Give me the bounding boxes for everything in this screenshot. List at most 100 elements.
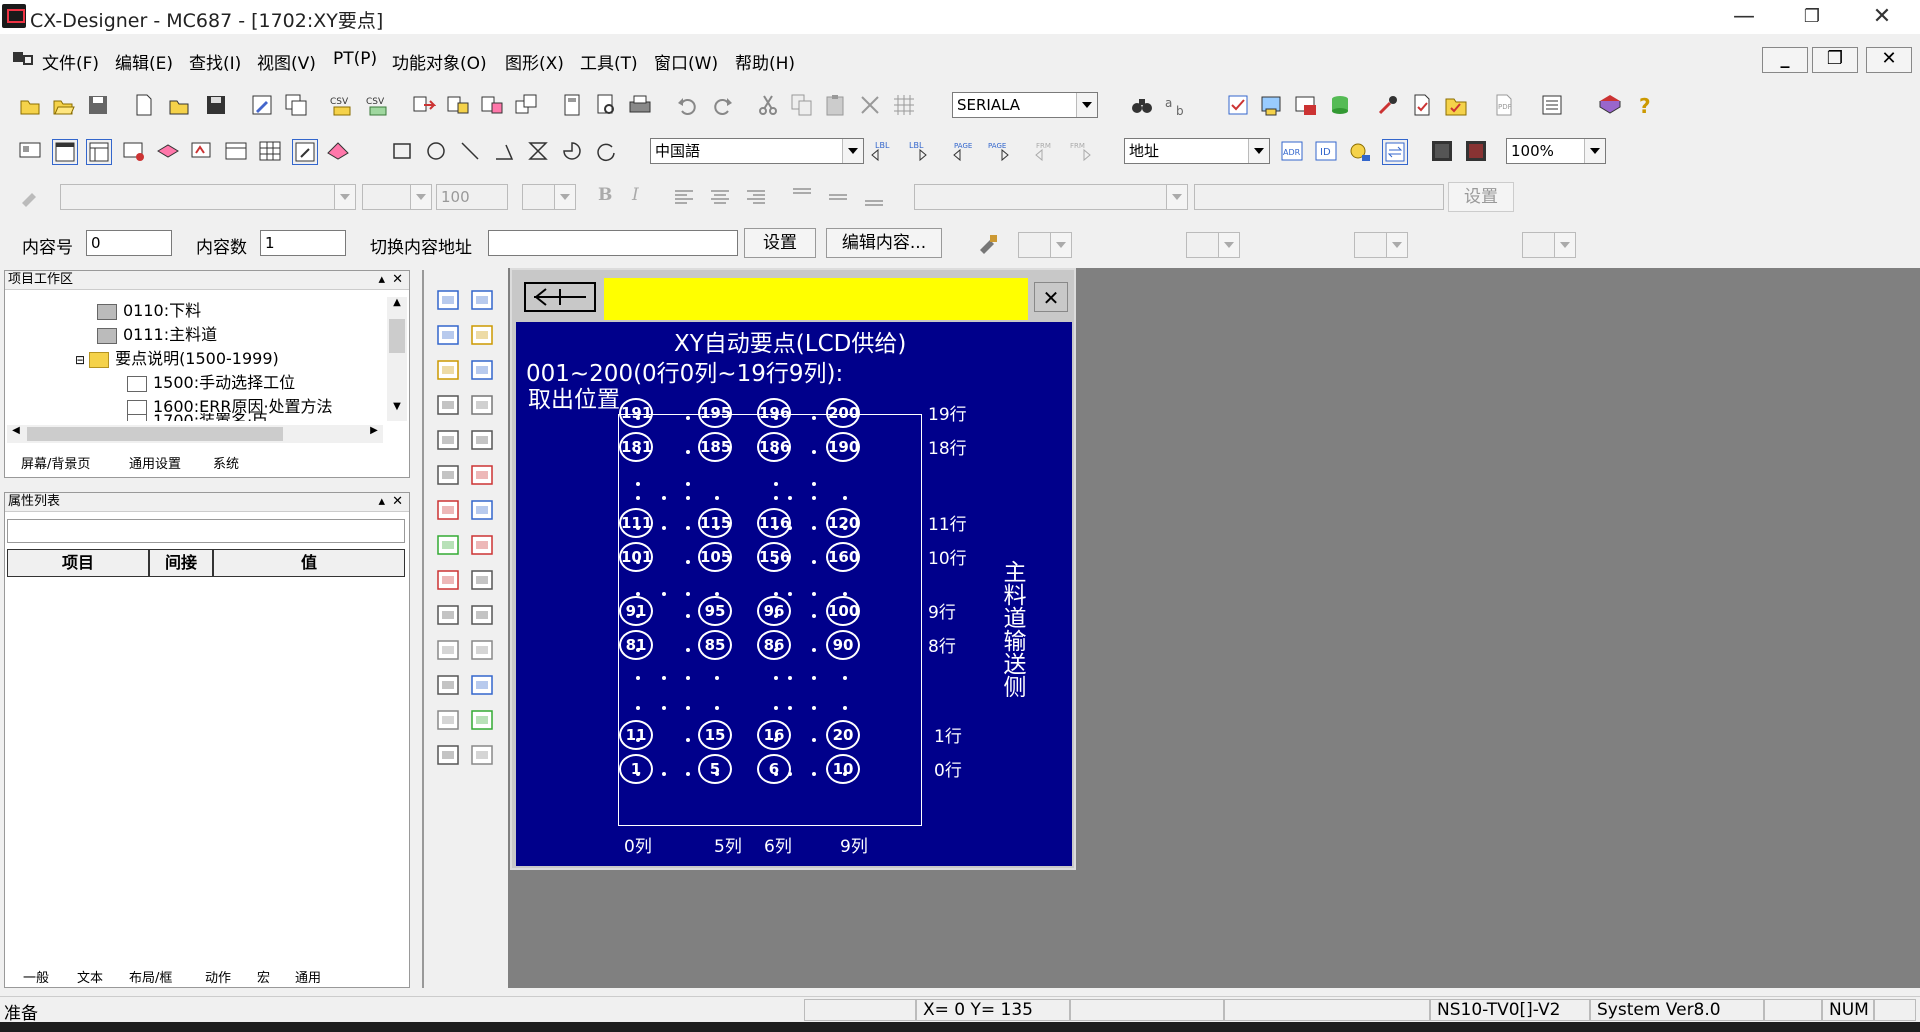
paste-icon[interactable] (824, 93, 848, 117)
tree-item[interactable]: 1500:手动选择工位 (127, 369, 295, 393)
copy-icon[interactable] (790, 93, 814, 117)
matrix-icon[interactable] (258, 139, 282, 163)
alarm-history-icon[interactable] (436, 568, 460, 592)
close-icon[interactable]: ✕ (392, 271, 403, 289)
transfer-icon[interactable] (412, 93, 437, 117)
italic-button[interactable]: I (632, 185, 639, 205)
menu-edit[interactable]: 编辑(E) (115, 49, 173, 74)
test-icon[interactable] (1294, 93, 1318, 117)
command-button-icon[interactable] (436, 323, 460, 347)
document-check-icon[interactable] (1410, 93, 1434, 117)
page-next-icon[interactable]: PAGE (986, 139, 1010, 163)
align-right-icon[interactable] (744, 185, 768, 209)
undo-icon[interactable] (676, 93, 700, 117)
redo-icon[interactable] (710, 93, 734, 117)
circle-icon[interactable] (424, 139, 448, 163)
tree-item[interactable]: 0111:主料道 (97, 321, 217, 345)
tab-layout[interactable]: 布局/框 (129, 967, 172, 986)
content-option-select-2[interactable] (1186, 232, 1240, 258)
rectangle-icon[interactable] (390, 139, 414, 163)
frame-next-icon[interactable]: FRM (1068, 139, 1092, 163)
menu-graphics[interactable]: 图形(X) (505, 49, 564, 74)
chevron-down-icon[interactable] (410, 185, 431, 209)
text-select[interactable] (914, 184, 1188, 210)
sector-icon[interactable] (560, 139, 584, 163)
scroll-left-icon[interactable]: ◀ (7, 425, 25, 443)
menu-function-object[interactable]: 功能对象(O) (392, 49, 487, 74)
font-select[interactable] (60, 184, 356, 210)
time-display-icon[interactable] (436, 603, 460, 627)
brush-icon[interactable] (976, 232, 1000, 256)
alarm-list-icon[interactable] (470, 533, 494, 557)
chevron-down-icon[interactable] (842, 139, 863, 163)
hmi-close-button[interactable]: ✕ (1034, 282, 1068, 312)
save-icon[interactable] (204, 93, 228, 117)
line-graph-icon[interactable] (470, 498, 494, 522)
tab-common[interactable]: 通用 (295, 967, 321, 986)
chevron-down-icon[interactable] (1218, 233, 1239, 257)
numeric-input-icon[interactable] (436, 673, 460, 697)
simulation-icon[interactable] (1260, 93, 1284, 117)
compare-icon[interactable] (514, 93, 538, 117)
content-count-spinner[interactable]: 1 (260, 230, 346, 256)
table-icon[interactable] (470, 743, 494, 767)
format-painter-icon[interactable] (18, 185, 42, 209)
chevron-down-icon[interactable] (1076, 93, 1097, 117)
minimize-button[interactable]: — (1716, 0, 1772, 34)
delete-icon[interactable] (858, 93, 882, 117)
scroll-thumb[interactable] (389, 319, 405, 353)
content-option-select-3[interactable] (1354, 232, 1408, 258)
page-icon[interactable] (560, 93, 584, 117)
pin-icon[interactable]: ▴ (378, 271, 385, 289)
bitmap-icon[interactable] (436, 428, 460, 452)
database-icon[interactable] (1328, 93, 1352, 117)
list-icon[interactable] (1540, 93, 1564, 117)
data-log-icon[interactable] (470, 603, 494, 627)
back-arrow-button[interactable] (524, 282, 596, 312)
data-block-table-icon[interactable] (436, 638, 460, 662)
color-dark-icon[interactable] (1430, 139, 1454, 163)
menu-help[interactable]: 帮助(H) (735, 49, 795, 74)
chevron-down-icon[interactable] (1386, 233, 1407, 257)
transfer-from-pt-icon[interactable] (480, 93, 504, 117)
tab-action[interactable]: 动作 (205, 967, 231, 986)
line-icon[interactable] (458, 139, 482, 163)
app-menu-icon[interactable] (12, 49, 33, 67)
csv-import-icon[interactable]: CSV (330, 93, 354, 117)
pushbutton-icon[interactable] (436, 288, 460, 312)
vertical-scrollbar[interactable]: ▲ ▼ (387, 297, 407, 421)
polyline-icon[interactable] (492, 139, 516, 163)
edit-content-button[interactable]: 编辑内容... (826, 228, 942, 258)
language-select[interactable]: 中国語 (650, 138, 864, 164)
port-select[interactable]: SERIALA (952, 92, 1098, 118)
align-left-icon[interactable] (672, 185, 696, 209)
property-object-select[interactable] (7, 519, 405, 543)
chevron-down-icon[interactable] (1248, 139, 1269, 163)
word-button-icon[interactable] (470, 288, 494, 312)
collapse-icon[interactable]: ⊟ (75, 353, 85, 367)
layers-icon[interactable] (156, 139, 180, 163)
page-prev-icon[interactable]: PAGE (952, 139, 976, 163)
format-set-button[interactable]: 设置 (1448, 182, 1514, 212)
menu-view[interactable]: 视图(V) (257, 49, 316, 74)
switch-display-icon[interactable] (1382, 139, 1408, 165)
scroll-thumb[interactable] (27, 427, 283, 441)
hmi-screen[interactable]: ✕ XY自动要点(LCD供给) 001~200(0行0列~19行9列): 取出位… (510, 268, 1076, 870)
restore-button[interactable]: ❐ (1784, 0, 1840, 34)
frame-prev-icon[interactable]: FRM (1034, 139, 1058, 163)
label-prev-icon[interactable]: LBL (870, 139, 894, 163)
tab-macro[interactable]: 宏 (257, 967, 270, 986)
menu-pt[interactable]: PT(P) (333, 49, 377, 69)
mdi-minimize-button[interactable]: _ (1762, 47, 1808, 73)
align-middle-icon[interactable] (826, 185, 850, 209)
menu-file[interactable]: 文件(F) (42, 49, 99, 74)
address-select[interactable]: 地址 (1124, 138, 1270, 164)
eraser-icon[interactable] (326, 139, 350, 163)
tab-text[interactable]: 文本 (77, 967, 103, 986)
menu-find[interactable]: 查找(I) (189, 49, 241, 74)
edit-screen-icon[interactable] (250, 93, 274, 117)
color-select[interactable] (522, 184, 576, 210)
window-icon[interactable] (122, 139, 146, 163)
folder-check-icon[interactable] (1444, 93, 1468, 117)
thumbwheel-icon[interactable] (436, 533, 460, 557)
